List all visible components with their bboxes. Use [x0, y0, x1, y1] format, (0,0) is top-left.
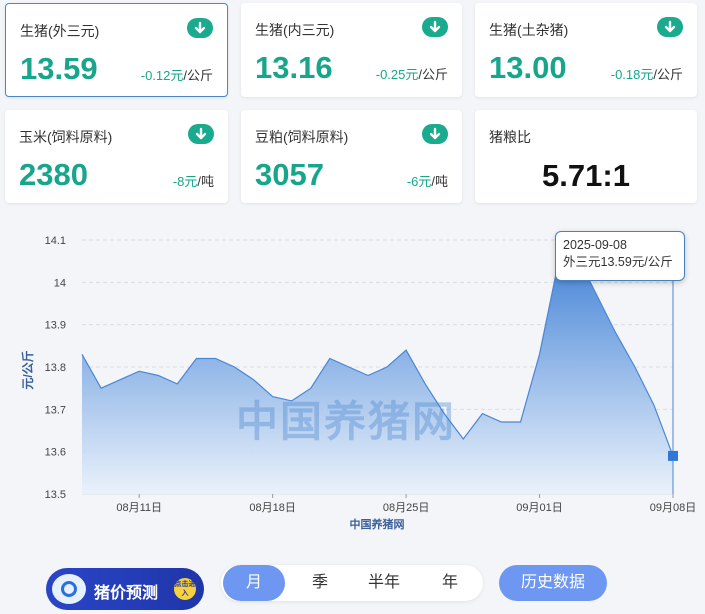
arrow-down-icon: [422, 17, 448, 37]
y-axis-label: 元/公斤: [20, 350, 35, 389]
data-point[interactable]: [348, 366, 350, 368]
chart-area: [82, 256, 673, 494]
data-point[interactable]: [596, 294, 598, 296]
y-tick-label: 13.9: [45, 320, 66, 332]
card-label: 玉米(饲料原料): [19, 129, 113, 145]
logo-icon: [52, 574, 86, 604]
data-point[interactable]: [215, 358, 217, 360]
data-point[interactable]: [386, 366, 388, 368]
data-point[interactable]: [424, 383, 426, 385]
data-point[interactable]: [520, 421, 522, 423]
x-tick-label: 09月08日: [650, 502, 696, 514]
price-card-tuzazhu[interactable]: 生猪(土杂猪) 13.00 -0.18元/公斤: [475, 3, 697, 97]
arrow-down-icon: [422, 124, 448, 144]
card-label: 生猪(土杂猪): [489, 22, 569, 38]
tooltip-date: 2025-09-08: [563, 238, 627, 252]
data-point[interactable]: [177, 383, 179, 385]
card-delta: -8元/吨: [172, 174, 214, 189]
price-card-waisanyuan[interactable]: 生猪(外三元) 13.59 -0.12元/公斤: [5, 3, 228, 97]
card-delta: -6元/吨: [406, 174, 448, 189]
highlighted-data-point[interactable]: [668, 450, 678, 461]
y-tick-label: 13.6: [45, 447, 66, 459]
x-tick-label: 08月25日: [383, 502, 429, 514]
period-selector: 月 季 半年 年: [221, 565, 483, 601]
arrow-down-icon: [188, 124, 214, 144]
chart-tooltip: 2025-09-08 外三元13.59元/公斤: [555, 231, 685, 281]
data-point[interactable]: [405, 349, 407, 351]
data-point[interactable]: [539, 354, 541, 356]
card-label: 豆粕(饲料原料): [255, 129, 349, 145]
price-forecast-banner[interactable]: 猪价预测 点击进入: [46, 568, 204, 610]
card-value: 13.00: [489, 50, 567, 85]
data-point[interactable]: [634, 366, 636, 368]
data-point[interactable]: [196, 358, 198, 360]
arrow-down-icon: [657, 17, 683, 37]
data-point[interactable]: [482, 413, 484, 415]
period-year[interactable]: 年: [419, 565, 481, 601]
card-delta: -0.25元/公斤: [375, 67, 448, 82]
card-label: 生猪(内三元): [255, 22, 335, 38]
x-tick-label: 08月11日: [116, 502, 162, 514]
period-quarter[interactable]: 季: [289, 565, 351, 601]
data-point[interactable]: [253, 379, 255, 381]
promo-text: 猪价预测: [94, 585, 159, 602]
data-point[interactable]: [100, 387, 102, 389]
card-delta: -0.12元/公斤: [140, 68, 213, 83]
card-value: 13.16: [255, 50, 333, 85]
x-tick-label: 08月18日: [249, 502, 295, 514]
data-point[interactable]: [157, 375, 159, 377]
ratio-value: 5.71:1: [542, 158, 630, 193]
data-point[interactable]: [119, 379, 121, 381]
data-point[interactable]: [81, 354, 83, 356]
y-tick-label: 13.8: [45, 362, 66, 374]
card-value: 3057: [255, 157, 324, 192]
price-card-soymeal[interactable]: 豆粕(饲料原料) 3057 -6元/吨: [241, 110, 462, 203]
data-point[interactable]: [462, 438, 464, 440]
promo-badge: 点击进入: [174, 578, 196, 600]
card-label: 猪粮比: [489, 129, 531, 145]
y-tick-label: 13.7: [45, 404, 66, 416]
data-point[interactable]: [234, 366, 236, 368]
data-point[interactable]: [615, 332, 617, 334]
data-point[interactable]: [138, 370, 140, 372]
x-tick-label: 09月01日: [516, 502, 562, 514]
y-tick-label: 14.1: [45, 235, 66, 247]
card-label: 生猪(外三元): [20, 23, 100, 39]
period-month[interactable]: 月: [223, 565, 285, 601]
history-data-button[interactable]: 历史数据: [499, 565, 607, 601]
tooltip-text: 外三元13.59元/公斤: [563, 255, 673, 269]
x-axis-label: 中国养猪网: [350, 517, 405, 531]
data-point[interactable]: [329, 358, 331, 360]
price-card-neisanyuan[interactable]: 生猪(内三元) 13.16 -0.25元/公斤: [241, 3, 462, 97]
y-tick-label: 13.5: [45, 489, 66, 501]
card-value: 2380: [19, 157, 88, 192]
price-card-corn[interactable]: 玉米(饲料原料) 2380 -8元/吨: [5, 110, 228, 203]
data-point[interactable]: [501, 421, 503, 423]
card-delta: -0.18元/公斤: [610, 67, 683, 82]
y-tick-label: 14: [54, 277, 66, 289]
card-value: 13.59: [20, 51, 98, 86]
arrow-down-icon: [187, 18, 213, 38]
data-point[interactable]: [653, 404, 655, 406]
period-half-year[interactable]: 半年: [353, 565, 415, 601]
pig-grain-ratio-card[interactable]: 猪粮比 5.71:1: [475, 110, 697, 203]
data-point[interactable]: [367, 375, 369, 377]
watermark: 中国养猪网: [236, 397, 457, 446]
